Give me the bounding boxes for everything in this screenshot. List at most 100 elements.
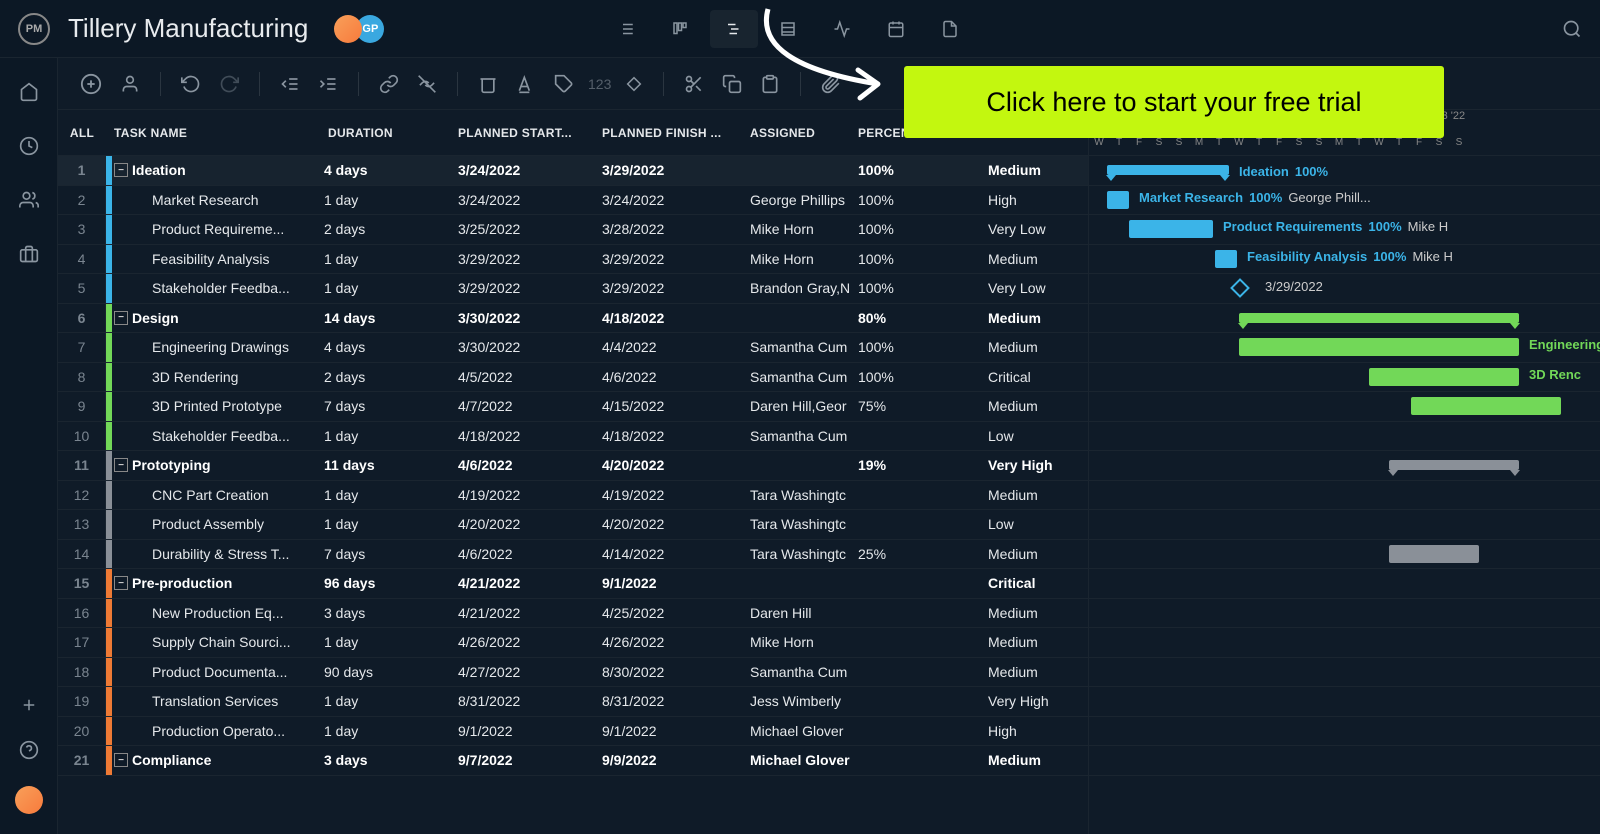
cell-planned-start[interactable]: 4/21/2022 xyxy=(458,605,602,621)
table-row[interactable]: 11−Prototyping11 days4/6/20224/20/202219… xyxy=(58,451,1088,481)
cell-assigned[interactable]: Daren Hill,Geor xyxy=(750,398,858,414)
row-number[interactable]: 17 xyxy=(58,628,106,657)
cell-priority[interactable]: Medium xyxy=(988,664,1088,680)
gantt-chart[interactable]: n, 20 '22MAR, 27 '22APR, 3 '22 WTFSSMTWT… xyxy=(1088,110,1600,834)
gantt-bar[interactable]: Feasibility Analysis100%Mike H xyxy=(1215,250,1237,268)
cell-planned-start[interactable]: 3/24/2022 xyxy=(458,162,602,178)
cell-planned-finish[interactable]: 8/31/2022 xyxy=(602,693,750,709)
table-row[interactable]: 14Durability & Stress T...7 days4/6/2022… xyxy=(58,540,1088,570)
table-row[interactable]: 2Market Research1 day3/24/20223/24/2022G… xyxy=(58,186,1088,216)
table-row[interactable]: 19Translation Services1 day8/31/20228/31… xyxy=(58,687,1088,717)
cell-assigned[interactable]: Mike Horn xyxy=(750,634,858,650)
table-row[interactable]: 13Product Assembly1 day4/20/20224/20/202… xyxy=(58,510,1088,540)
cell-planned-finish[interactable]: 3/24/2022 xyxy=(602,192,750,208)
cell-task-name[interactable]: Durability & Stress T... xyxy=(112,546,324,562)
cell-duration[interactable]: 7 days xyxy=(324,398,458,414)
row-number[interactable]: 4 xyxy=(58,245,106,274)
cell-assigned[interactable]: Mike Horn xyxy=(750,251,858,267)
cell-planned-start[interactable]: 9/1/2022 xyxy=(458,723,602,739)
plus-icon[interactable] xyxy=(20,696,38,714)
add-circle-icon[interactable] xyxy=(76,69,106,99)
row-number[interactable]: 6 xyxy=(58,304,106,333)
view-file-icon[interactable] xyxy=(926,10,974,48)
cell-duration[interactable]: 2 days xyxy=(324,369,458,385)
view-board-icon[interactable] xyxy=(656,10,704,48)
cell-planned-finish[interactable]: 4/4/2022 xyxy=(602,339,750,355)
row-number[interactable]: 19 xyxy=(58,687,106,716)
col-header-all[interactable]: ALL xyxy=(58,126,106,140)
table-row[interactable]: 83D Rendering2 days4/5/20224/6/2022Saman… xyxy=(58,363,1088,393)
table-row[interactable]: 12CNC Part Creation1 day4/19/20224/19/20… xyxy=(58,481,1088,511)
gantt-row[interactable] xyxy=(1089,569,1600,599)
cell-planned-start[interactable]: 4/6/2022 xyxy=(458,546,602,562)
cell-percent[interactable]: 75% xyxy=(858,398,988,414)
table-row[interactable]: 1−Ideation4 days3/24/20223/29/2022100%Me… xyxy=(58,156,1088,186)
cell-assigned[interactable]: Brandon Gray,N xyxy=(750,280,858,296)
cell-duration[interactable]: 14 days xyxy=(324,310,458,326)
cell-duration[interactable]: 96 days xyxy=(324,575,458,591)
cell-planned-finish[interactable]: 9/1/2022 xyxy=(602,575,750,591)
gantt-row[interactable] xyxy=(1089,422,1600,452)
gantt-row[interactable] xyxy=(1089,481,1600,511)
cell-priority[interactable]: Medium xyxy=(988,634,1088,650)
gantt-row[interactable]: 3D Renc xyxy=(1089,363,1600,393)
gantt-bar[interactable] xyxy=(1239,313,1519,323)
cell-assigned[interactable]: Jess Wimberly xyxy=(750,693,858,709)
cell-task-name[interactable]: Production Operato... xyxy=(112,723,324,739)
number-format[interactable]: 123 xyxy=(588,76,611,92)
cell-duration[interactable]: 3 days xyxy=(324,752,458,768)
gantt-milestone[interactable] xyxy=(1230,278,1250,298)
cell-task-name[interactable]: Engineering Drawings xyxy=(112,339,324,355)
cell-duration[interactable]: 4 days xyxy=(324,162,458,178)
gantt-body[interactable]: Ideation100% Market Research100%George Ph… xyxy=(1089,156,1600,776)
person-icon[interactable] xyxy=(116,70,144,98)
cta-banner[interactable]: Click here to start your free trial xyxy=(904,66,1444,138)
project-avatars[interactable]: GP xyxy=(334,15,384,43)
gantt-row[interactable] xyxy=(1089,540,1600,570)
cell-assigned[interactable]: Tara Washingtc xyxy=(750,487,858,503)
avatar-1[interactable] xyxy=(334,15,362,43)
cell-planned-start[interactable]: 3/29/2022 xyxy=(458,280,602,296)
cell-task-name[interactable]: Translation Services xyxy=(112,693,324,709)
cell-percent[interactable]: 19% xyxy=(858,457,988,473)
gantt-bar[interactable] xyxy=(1389,545,1479,563)
cell-priority[interactable]: Medium xyxy=(988,310,1088,326)
cell-planned-start[interactable]: 3/29/2022 xyxy=(458,251,602,267)
cell-assigned[interactable]: George Phillips xyxy=(750,192,858,208)
table-row[interactable]: 10Stakeholder Feedba...1 day4/18/20224/1… xyxy=(58,422,1088,452)
gantt-bar[interactable]: Market Research100%George Phill... xyxy=(1107,191,1129,209)
collapse-icon[interactable]: − xyxy=(114,163,128,177)
cell-task-name[interactable]: Market Research xyxy=(112,192,324,208)
gantt-row[interactable] xyxy=(1089,304,1600,334)
cell-assigned[interactable]: Michael Glover xyxy=(750,723,858,739)
cell-task-name[interactable]: −Prototyping xyxy=(112,457,324,473)
row-number[interactable]: 7 xyxy=(58,333,106,362)
cell-planned-finish[interactable]: 3/29/2022 xyxy=(602,280,750,296)
cell-priority[interactable]: Medium xyxy=(988,546,1088,562)
cell-duration[interactable]: 3 days xyxy=(324,605,458,621)
cell-task-name[interactable]: Feasibility Analysis xyxy=(112,251,324,267)
row-number[interactable]: 9 xyxy=(58,392,106,421)
indent-icon[interactable] xyxy=(314,70,342,98)
cell-planned-start[interactable]: 9/7/2022 xyxy=(458,752,602,768)
cell-planned-finish[interactable]: 9/1/2022 xyxy=(602,723,750,739)
row-number[interactable]: 2 xyxy=(58,186,106,215)
table-row[interactable]: 16New Production Eq...3 days4/21/20224/2… xyxy=(58,599,1088,629)
cell-planned-start[interactable]: 4/7/2022 xyxy=(458,398,602,414)
row-number[interactable]: 1 xyxy=(58,156,106,185)
cell-priority[interactable]: Very High xyxy=(988,457,1088,473)
row-number[interactable]: 13 xyxy=(58,510,106,539)
gantt-row[interactable] xyxy=(1089,717,1600,747)
cell-planned-start[interactable]: 3/25/2022 xyxy=(458,221,602,237)
cell-assigned[interactable]: Tara Washingtc xyxy=(750,546,858,562)
collapse-icon[interactable]: − xyxy=(114,576,128,590)
cell-percent[interactable]: 100% xyxy=(858,192,988,208)
gantt-bar[interactable]: Ideation100% xyxy=(1107,165,1229,175)
cell-planned-start[interactable]: 3/24/2022 xyxy=(458,192,602,208)
cell-task-name[interactable]: −Compliance xyxy=(112,752,324,768)
cell-duration[interactable]: 1 day xyxy=(324,251,458,267)
cell-priority[interactable]: Very Low xyxy=(988,221,1088,237)
cell-priority[interactable]: Very High xyxy=(988,693,1088,709)
cell-planned-finish[interactable]: 4/15/2022 xyxy=(602,398,750,414)
cell-assigned[interactable]: Tara Washingtc xyxy=(750,516,858,532)
